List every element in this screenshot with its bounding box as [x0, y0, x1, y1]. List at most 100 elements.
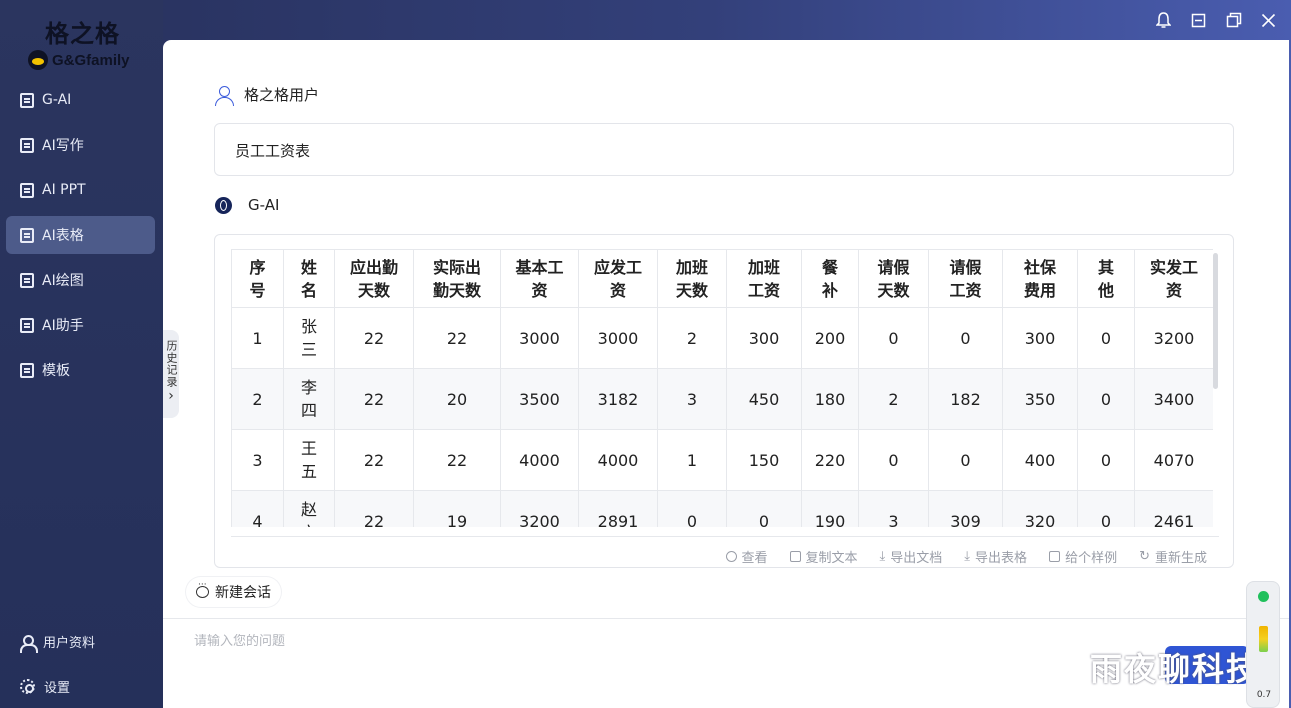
- table-cell: 赵 六: [283, 490, 335, 527]
- robot-icon: [20, 92, 34, 108]
- table-cell: 350: [1002, 368, 1078, 430]
- table-cell: 450: [726, 368, 802, 430]
- download-icon: ⤓: [964, 549, 971, 564]
- table-cell: 22: [334, 429, 414, 491]
- sidebar-item-label: AI写作: [42, 138, 84, 154]
- table-cell: 1: [231, 307, 284, 369]
- table-cell: 22: [334, 307, 414, 369]
- restore-icon[interactable]: [1225, 10, 1242, 30]
- sidebar-item-ai-drawing[interactable]: AI绘图: [6, 261, 155, 299]
- refresh-icon: ↻: [1139, 549, 1150, 564]
- column-header-line: 请假: [877, 257, 910, 277]
- sidebar-item-templates[interactable]: 模板: [6, 351, 155, 389]
- table-cell: 张 三: [283, 307, 335, 369]
- settings-link[interactable]: 设置: [20, 677, 70, 696]
- table-cell: 2: [231, 368, 284, 430]
- column-header-line: 名: [300, 280, 317, 300]
- table-cell: 300: [726, 307, 802, 369]
- column-header-line: 姓: [300, 257, 317, 277]
- table-row: 2李 四 22 20 3500 3182 3 450 180 2 182 350 0 3400: [231, 368, 1213, 430]
- table-cell: 0: [1077, 490, 1135, 527]
- table-cell: 王 五: [283, 429, 335, 491]
- table-cell: 309: [928, 490, 1003, 527]
- new-chat-label: 新建会话: [215, 585, 271, 601]
- table-cell: 4: [231, 490, 284, 527]
- column-header: 加班 工资: [726, 249, 802, 308]
- gear-icon: [20, 679, 35, 694]
- column-header: 实发工资: [1134, 249, 1213, 308]
- table-cell: 3400: [1134, 368, 1213, 430]
- sidebar-item-ai-table[interactable]: AI表格: [6, 216, 155, 254]
- close-icon[interactable]: [1260, 10, 1277, 30]
- sidebar-item-ai-writing[interactable]: AI写作: [6, 126, 155, 164]
- table-cell: 3000: [578, 307, 658, 369]
- table-row: 1张 三 22 22 3000 3000 2 300 200 0 0 300 0 3200: [231, 307, 1213, 369]
- user-profile-link[interactable]: 用户资料: [20, 632, 95, 653]
- column-header-line: 天数: [877, 280, 910, 300]
- table-cell: 3200: [500, 490, 579, 527]
- table-cell: 3: [858, 490, 929, 527]
- column-header: 餐补: [801, 249, 859, 308]
- view-button[interactable]: 查看: [725, 547, 768, 566]
- table-cell: 2: [657, 307, 727, 369]
- sidebar-item-ai-ppt[interactable]: AI PPT: [6, 171, 155, 209]
- column-header-line: 应发工: [593, 257, 642, 277]
- column-header-line: 补: [821, 280, 838, 300]
- table-cell: 0: [928, 429, 1003, 491]
- table-cell: 22: [413, 307, 501, 369]
- table-cell: 3200: [1134, 307, 1213, 369]
- table-icon: [20, 227, 34, 243]
- minimize-icon[interactable]: [1190, 10, 1207, 30]
- table-cell: 190: [801, 490, 859, 527]
- table-cell: 400: [1002, 429, 1078, 491]
- sidebar-item-label: AI表格: [42, 228, 84, 244]
- history-toggle[interactable]: 历史记录 ›: [163, 330, 179, 418]
- table-scrollbar[interactable]: [1213, 253, 1218, 389]
- logo-brand: G&Gfamily: [28, 50, 130, 70]
- regenerate-button[interactable]: ↻ 重新生成: [1139, 547, 1207, 566]
- slides-icon: [20, 182, 34, 198]
- column-header-line: 应出勤: [349, 257, 398, 277]
- column-header-line: 勤天数: [432, 280, 481, 300]
- column-header: 请假 工资: [928, 249, 1003, 308]
- floating-status-widget[interactable]: 0.7: [1246, 581, 1280, 708]
- table-cell: 22: [413, 429, 501, 491]
- column-header-line: 请假: [949, 257, 982, 277]
- export-doc-label: 导出文档: [890, 551, 943, 566]
- column-header-line: 加班: [675, 257, 708, 277]
- copy-icon: [789, 551, 801, 562]
- table-header-row: 序号姓名应出勤 天数 实际出 勤天数 基本工资应发工资加班 天数 加班 工资餐补请假 天数 请假工…: [231, 249, 1213, 308]
- column-header-line: 基本工: [515, 257, 564, 277]
- chevron-right-icon: ›: [168, 388, 174, 404]
- export-doc-button[interactable]: ⤓ 导出文档: [880, 547, 943, 566]
- table-cell: 300: [1002, 307, 1078, 369]
- template-icon: [20, 362, 34, 378]
- table-cell: 3: [657, 368, 727, 430]
- new-chat-button[interactable]: 新建会话: [186, 577, 281, 607]
- sidebar-item-g-ai[interactable]: G-AI: [6, 81, 155, 119]
- question-input[interactable]: [194, 634, 1094, 649]
- table-viewport[interactable]: 序号姓名应出勤 天数 实际出 勤天数 基本工资应发工资加班 天数 加班 工资餐补请假 天数 请假工…: [231, 249, 1213, 527]
- ai-message-header: G-AI: [215, 196, 279, 214]
- column-header: 基本工资: [500, 249, 579, 308]
- sidebar: 格之格 G&Gfamily G-AI AI写作 AI PPT AI表格 AI绘图…: [0, 0, 163, 708]
- table-row: 4赵 六22193200289100190330932002461: [231, 490, 1213, 527]
- salary-table: 序号姓名应出勤 天数 实际出 勤天数 基本工资应发工资加班 天数 加班 工资餐补请假 天数 请假工…: [231, 249, 1213, 527]
- table-cell: 0: [928, 307, 1003, 369]
- table-cell: 0: [657, 490, 727, 527]
- copy-text-button[interactable]: 复制文本: [789, 547, 858, 566]
- bell-icon[interactable]: [1155, 10, 1172, 30]
- export-table-button[interactable]: ⤓ 导出表格: [964, 547, 1027, 566]
- user-message-header: 格之格用户: [215, 84, 319, 106]
- sample-button[interactable]: 给个样例: [1049, 547, 1117, 566]
- table-cell: 22: [334, 368, 414, 430]
- table-cell: 20: [413, 368, 501, 430]
- column-header-line: 工资: [949, 280, 982, 300]
- assistant-icon: [20, 317, 34, 333]
- table-cell: 1: [657, 429, 727, 491]
- sample-label: 给个样例: [1065, 551, 1118, 566]
- table-body: 1张 三 22 22 3000 3000 2 300 200 0 0 300 0 3200 2 李 四 22 2…: [231, 307, 1213, 527]
- table-cell: 0: [1077, 429, 1135, 491]
- column-header: 请假 天数: [858, 249, 929, 308]
- sidebar-item-ai-assistant[interactable]: AI助手: [6, 306, 155, 344]
